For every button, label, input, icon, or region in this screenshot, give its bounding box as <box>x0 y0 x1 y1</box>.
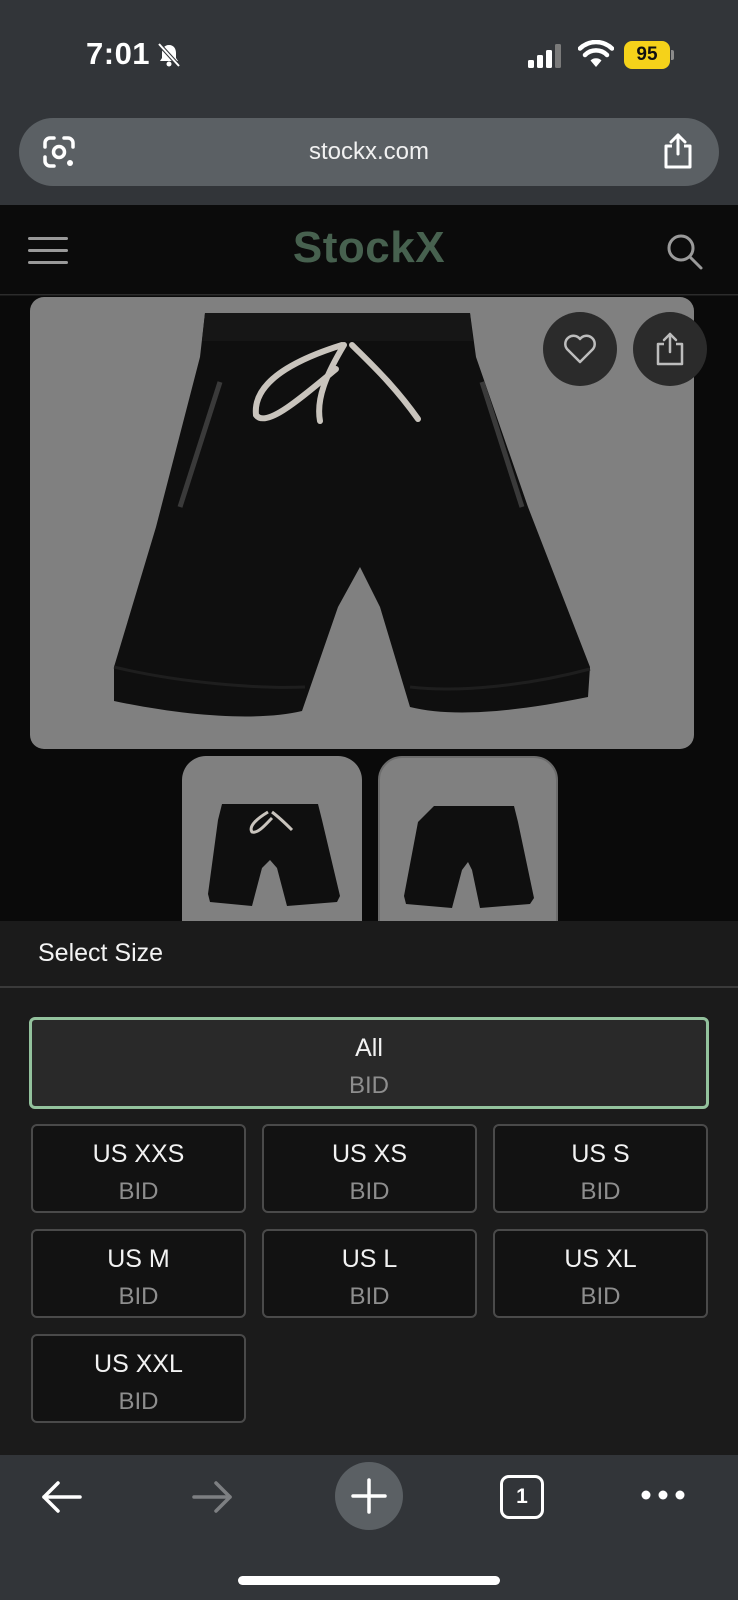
size-bid-label: BID <box>580 1178 621 1205</box>
divider <box>0 986 738 988</box>
size-option-us-xl[interactable]: US XL BID <box>493 1229 708 1318</box>
size-bid-label: BID <box>118 1388 159 1415</box>
forward-arrow-icon[interactable] <box>190 1474 236 1520</box>
search-icon[interactable] <box>664 231 704 271</box>
heart-icon <box>564 334 596 364</box>
size-bid-label: BID <box>348 1072 389 1099</box>
address-bar[interactable]: stockx.com <box>19 118 719 186</box>
share-icon <box>656 332 684 366</box>
stockx-logo[interactable]: StockX <box>0 223 738 273</box>
home-indicator[interactable] <box>238 1576 500 1585</box>
size-label: US XXL <box>94 1350 183 1378</box>
plus-icon <box>351 1478 387 1514</box>
size-label: All <box>355 1034 383 1062</box>
size-label: US S <box>571 1140 630 1168</box>
size-label: US XL <box>564 1245 637 1273</box>
new-tab-button[interactable] <box>335 1462 403 1530</box>
size-bid-label: BID <box>118 1283 159 1310</box>
favorite-button[interactable] <box>543 312 617 386</box>
size-label: US L <box>341 1245 398 1273</box>
size-option-us-xxl[interactable]: US XXL BID <box>31 1334 246 1423</box>
product-share-button[interactable] <box>633 312 707 386</box>
share-icon[interactable] <box>661 132 695 170</box>
cellular-signal-icon <box>528 44 561 68</box>
size-label: US M <box>107 1245 170 1273</box>
size-option-all[interactable]: All BID <box>29 1017 709 1109</box>
size-option-us-s[interactable]: US S BID <box>493 1124 708 1213</box>
silent-bell-icon <box>157 42 181 68</box>
back-arrow-icon[interactable] <box>38 1474 84 1520</box>
size-label: US XXS <box>92 1140 185 1168</box>
size-bid-label: BID <box>349 1283 390 1310</box>
size-option-us-m[interactable]: US M BID <box>31 1229 246 1318</box>
size-option-us-l[interactable]: US L BID <box>262 1229 477 1318</box>
url-text[interactable]: stockx.com <box>19 118 719 186</box>
thumbnail-front[interactable] <box>182 756 362 926</box>
tab-switcher-button[interactable]: 1 <box>500 1475 544 1519</box>
wifi-icon <box>578 40 614 67</box>
sheet-title: Select Size <box>38 939 164 967</box>
google-lens-icon[interactable] <box>41 134 77 170</box>
battery-indicator: 95 <box>624 41 674 69</box>
size-bid-label: BID <box>580 1283 621 1310</box>
size-option-us-xxs[interactable]: US XXS BID <box>31 1124 246 1213</box>
more-options-icon[interactable] <box>640 1488 686 1502</box>
size-bid-label: BID <box>349 1178 390 1205</box>
status-time: 7:01 <box>86 36 151 71</box>
site-header: StockX <box>0 205 738 295</box>
size-label: US XS <box>331 1140 408 1168</box>
size-bid-label: BID <box>118 1178 159 1205</box>
battery-level: 95 <box>624 41 670 69</box>
thumbnail-back[interactable] <box>378 756 558 926</box>
size-option-us-xs[interactable]: US XS BID <box>262 1124 477 1213</box>
